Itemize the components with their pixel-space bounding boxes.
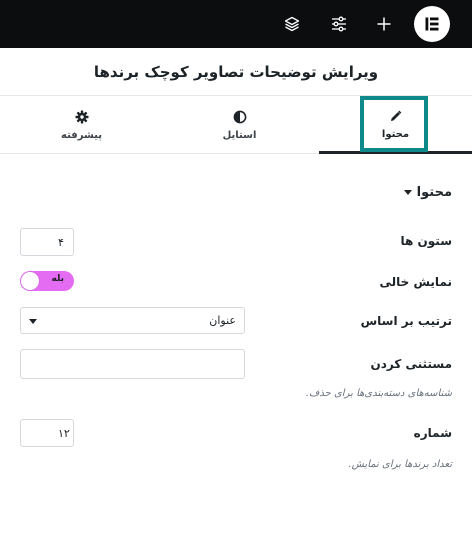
number-help: تعداد برندها برای نمایش. [348,459,452,470]
half-circle-icon [233,110,246,123]
order-by-label: ترتیب بر اساس [360,314,452,328]
settings-button[interactable] [322,0,356,48]
tab-style[interactable]: استایل [163,96,316,154]
caret-down-icon [403,189,412,195]
exclude-input[interactable] [20,349,245,379]
layers-icon [284,16,300,32]
exclude-help: شناسه‌های دسته‌بندی‌ها برای حذف. [305,388,452,399]
exclude-label: مستثنی کردن [370,357,453,371]
panel-header: ویرایش توضیحات تصاویر کوچک برندها [0,48,472,96]
chevron-down-icon [29,319,37,324]
plus-icon [377,17,391,31]
order-by-select[interactable]: عنوان [20,307,245,334]
layers-button[interactable] [275,0,309,48]
show-empty-label: نمایش خالی [379,275,452,289]
columns-label: ستون ها [400,234,452,248]
tab-highlight-box [360,96,428,152]
order-by-value: عنوان [209,314,236,327]
panel-title: ویرایش توضیحات تصاویر کوچک برندها [93,62,379,81]
section-title: محتوا [416,184,452,200]
tab-advanced[interactable]: پیشرفته [5,96,158,154]
tab-style-label: استایل [222,129,257,141]
toggle-text: بله [51,274,64,284]
toggle-knob [21,272,39,290]
gear-icon [75,110,88,123]
show-empty-toggle[interactable]: بله [20,271,74,291]
tab-advanced-label: پیشرفته [61,129,102,141]
add-element-button[interactable] [367,0,401,48]
elementor-logo-icon [425,17,439,31]
number-label: شماره [413,426,452,440]
sliders-icon [332,16,346,32]
columns-input[interactable]: ۴ [20,228,74,256]
elementor-menu-button[interactable] [414,6,450,42]
number-input[interactable]: ۱۲ [20,419,74,447]
section-toggle-content[interactable]: محتوا [403,182,452,202]
top-bar [0,0,472,48]
